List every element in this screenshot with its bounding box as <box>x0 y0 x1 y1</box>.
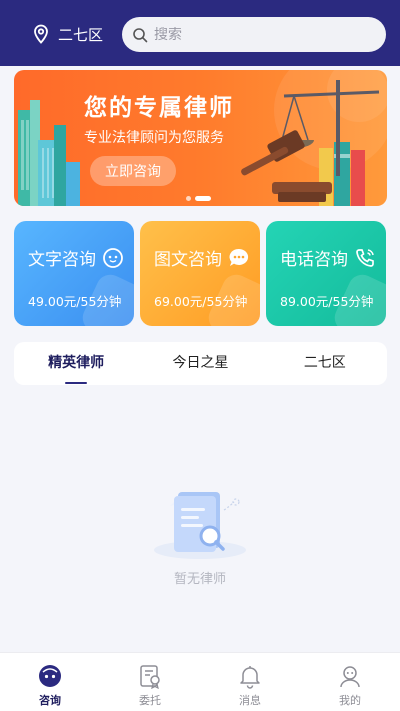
tab-elite-lawyers[interactable]: 精英律师 <box>14 342 138 385</box>
tabbar-consult[interactable]: 咨询 <box>0 653 100 711</box>
tabbar-label: 消息 <box>239 694 261 707</box>
message-dots-icon <box>229 248 249 266</box>
tabbar-label: 委托 <box>139 694 161 707</box>
tabbar-entrust[interactable]: 委托 <box>100 653 200 711</box>
tab-today-star[interactable]: 今日之星 <box>138 342 262 385</box>
tabbar-messages[interactable]: 消息 <box>200 653 300 711</box>
tabbar-label: 我的 <box>339 694 361 707</box>
search-input[interactable] <box>154 26 364 43</box>
lawyer-tabs: 精英律师 今日之星 二七区 <box>14 342 387 385</box>
service-price: 89.00元/55分钟 <box>280 294 374 309</box>
service-title: 文字咨询 <box>28 250 96 270</box>
tabbar-label: 咨询 <box>39 694 61 707</box>
consult-now-button[interactable]: 立即咨询 <box>90 156 176 186</box>
location-selector[interactable]: 二七区 <box>32 22 103 46</box>
search-bar[interactable] <box>122 17 386 52</box>
empty-state-text: 暂无律师 <box>173 572 226 587</box>
tabbar-profile[interactable]: 我的 <box>300 653 400 711</box>
banner-title: 您的专属律师 <box>84 95 234 121</box>
banner-pagination <box>186 196 211 201</box>
search-icon <box>133 27 148 42</box>
empty-document-icon <box>154 492 246 559</box>
image-consult-card[interactable]: 图文咨询 69.00元/55分钟 <box>140 221 260 326</box>
bell-icon <box>240 666 260 689</box>
chat-bubble-icon <box>103 247 123 268</box>
service-title: 电话咨询 <box>280 250 348 270</box>
text-consult-card[interactable]: 文字咨询 49.00元/55分钟 <box>14 221 134 326</box>
tab-district[interactable]: 二七区 <box>263 342 387 385</box>
location-pin-icon <box>34 24 48 44</box>
pagination-dot-active[interactable] <box>195 196 211 201</box>
promo-banner[interactable]: 您的专属律师 专业法律顾问为您服务 立即咨询 <box>14 70 387 206</box>
top-header: 二七区 <box>0 0 400 66</box>
profile-icon <box>340 666 360 688</box>
location-label: 二七区 <box>58 25 104 44</box>
bottom-tab-bar: 咨询 委托 消息 我的 <box>0 652 400 711</box>
phone-consult-card[interactable]: 电话咨询 89.00元/55分钟 <box>266 221 386 326</box>
service-price: 69.00元/55分钟 <box>154 294 248 309</box>
service-title: 图文咨询 <box>154 250 222 270</box>
banner-subtitle: 专业法律顾问为您服务 <box>84 130 224 146</box>
consult-icon <box>39 665 61 687</box>
phone-icon <box>356 248 374 267</box>
service-price: 49.00元/55分钟 <box>28 294 122 309</box>
pagination-dot[interactable] <box>186 196 191 201</box>
entrust-icon <box>140 665 160 689</box>
